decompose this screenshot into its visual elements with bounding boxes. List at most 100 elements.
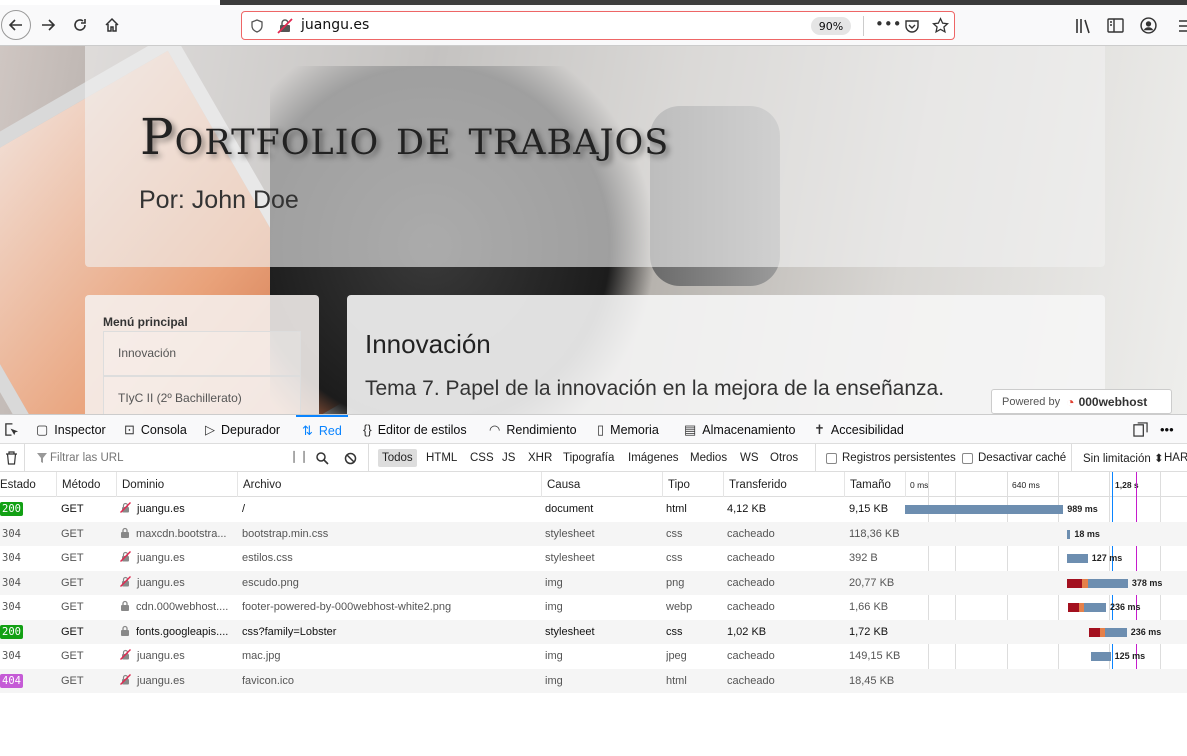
cell-transferred: cacheado [727,601,775,614]
tab-accesibilidad[interactable]: ✝ Accesibilidad [814,415,904,444]
filter-otros[interactable]: Otros [766,449,802,467]
filter-url-input[interactable] [50,449,280,467]
divider [24,444,25,472]
col-tipo[interactable]: Tipo [662,472,723,497]
dock-button[interactable] [1133,415,1148,444]
filter-xhr[interactable]: XHR [524,449,556,467]
main-menu: Menú principal Innovación TIyC II (2º Ba… [85,295,319,414]
filter-todos[interactable]: Todos [378,449,417,467]
table-row[interactable]: 304 GET juangu.es estilos.css stylesheet css c… [0,546,1187,571]
cell-cause: img [545,674,563,687]
throttling-select[interactable]: Sin limitación ⬍ [1079,449,1168,467]
accessibility-icon: ✝ [814,421,825,437]
cell-type: jpeg [666,650,687,663]
table-row[interactable]: 304 GET maxcdn.bootstra... bootstrap.min.cs… [0,521,1187,546]
table-row[interactable]: 304 GET juangu.es escudo.png img png cacheado 2… [0,570,1187,595]
pause-icon[interactable]: ❘❘ [289,449,309,463]
disable-cache-checkbox[interactable]: Desactivar caché [958,449,1070,467]
timing-label: 378 ms [1131,577,1163,588]
table-row[interactable]: 304 GET cdn.000webhost.... footer-powered-b… [0,595,1187,620]
tab-inspector[interactable]: ▢ Inspector [36,415,106,444]
menu-item-tiyc[interactable]: TIyC II (2º Bachillerato) [103,376,301,414]
account-icon[interactable] [1140,17,1157,34]
table-row[interactable]: 200 GET fonts.googleapis.... css?family=Lob… [0,619,1187,644]
timing-bar-wait [1105,627,1127,637]
col-archivo[interactable]: Archivo [237,472,541,497]
timing-bar-wait [1067,554,1088,563]
tab-inspector-label: Inspector [54,422,106,437]
menu-item-innovacion[interactable]: Innovación [103,331,301,376]
powered-brand: 000webhost [1078,394,1148,409]
cell-cause: document [545,503,594,516]
cell-file: footer-powered-by-000webhost-white2.png [242,601,452,614]
network-request-list: 200 GET juangu.es / document html 4,12 KB 9,15 … [0,497,1187,693]
table-row[interactable]: 304 GET juangu.es mac.jpg img jpeg cacheado 149… [0,644,1187,669]
debugger-icon: ▷ [205,421,215,437]
col-causa[interactable]: Causa [541,472,662,497]
cell-status: 200 [0,502,23,516]
har-button[interactable]: HAR [1160,449,1187,467]
powered-by-badge[interactable]: Powered by ◔ 000webhost [991,389,1172,414]
col-timeline[interactable]: 0 ms 640 ms 1,28 s [905,472,1187,497]
element-picker-button[interactable] [4,415,19,444]
cell-domain: juangu.es [120,546,237,571]
col-dominio[interactable]: Dominio [116,472,237,497]
tab-rendimiento-label: Rendimiento [506,422,577,437]
home-icon [105,17,119,32]
filter-js[interactable]: JS [498,449,519,467]
tab-consola[interactable]: ⊡ Consola [124,415,187,444]
tab-rendimiento[interactable]: ◠ Rendimiento [489,415,577,444]
table-row[interactable]: 404 GET juangu.es favicon.ico img html cachead… [0,668,1187,693]
library-icon[interactable] [1075,18,1093,34]
tab-accesibilidad-label: Accesibilidad [830,422,904,437]
cell-transferred: cacheado [727,576,775,589]
zoom-indicator[interactable]: 90% [811,17,851,35]
back-button[interactable] [1,10,31,40]
insecure-lock-icon [120,649,137,663]
cell-cause: img [545,650,563,663]
filter-ws[interactable]: WS [736,449,763,467]
shield-icon[interactable] [250,19,264,33]
tab-memoria[interactable]: ▯ Memoria [597,415,659,444]
url-bar[interactable]: juangu.es 90% ••• [241,11,955,40]
persist-logs-label: Registros persistentes [842,452,956,464]
col-tamano[interactable]: Tamaño [844,472,905,497]
filter-html[interactable]: HTML [422,449,461,467]
arrow-left-icon [8,19,22,31]
col-estado[interactable]: Estado [0,472,56,497]
search-icon[interactable] [316,452,329,465]
checkbox-box [962,452,973,464]
filter-imagenes[interactable]: Imágenes [624,449,683,467]
filter-tipografia[interactable]: Tipografía [559,449,618,467]
bookmark-star-icon[interactable] [932,17,949,34]
insecure-lock-icon [120,575,137,590]
page-actions-icon[interactable]: ••• [875,15,902,33]
sidebar-icon[interactable] [1107,18,1125,34]
filter-medios[interactable]: Medios [686,449,731,467]
filter-css[interactable]: CSS [466,449,498,467]
pocket-icon[interactable] [904,18,920,34]
tab-red[interactable]: ⇅ Red [296,415,348,444]
home-button[interactable] [98,11,126,39]
block-icon[interactable] [344,452,357,465]
cell-file: mac.jpg [242,650,281,663]
tab-almacenamiento[interactable]: ▤ Almacenamiento [684,415,795,444]
tab-depurador[interactable]: ▷ Depurador [205,415,280,444]
tab-editor-estilos[interactable]: {} Editor de estilos [363,415,467,444]
tab-memoria-label: Memoria [610,422,659,437]
persist-logs-checkbox[interactable]: Registros persistentes [822,449,960,467]
devtools-more-icon[interactable]: ••• [1160,415,1174,444]
url-text[interactable]: juangu.es [301,17,369,33]
insecure-lock-icon[interactable] [277,18,293,34]
table-row[interactable]: 200 GET juangu.es / document html 4,12 KB 9,15 … [0,497,1187,522]
cell-method: GET [61,552,84,565]
cell-size: 1,66 KB [849,601,889,614]
col-transferido[interactable]: Transferido [723,472,844,497]
reload-button[interactable] [66,11,94,39]
cell-type: css [666,552,683,565]
forward-button[interactable] [34,11,62,39]
menu-icon[interactable] [1178,18,1187,34]
col-metodo[interactable]: Método [56,472,116,497]
trash-icon[interactable] [5,451,18,465]
cell-status: 304 [2,650,21,663]
